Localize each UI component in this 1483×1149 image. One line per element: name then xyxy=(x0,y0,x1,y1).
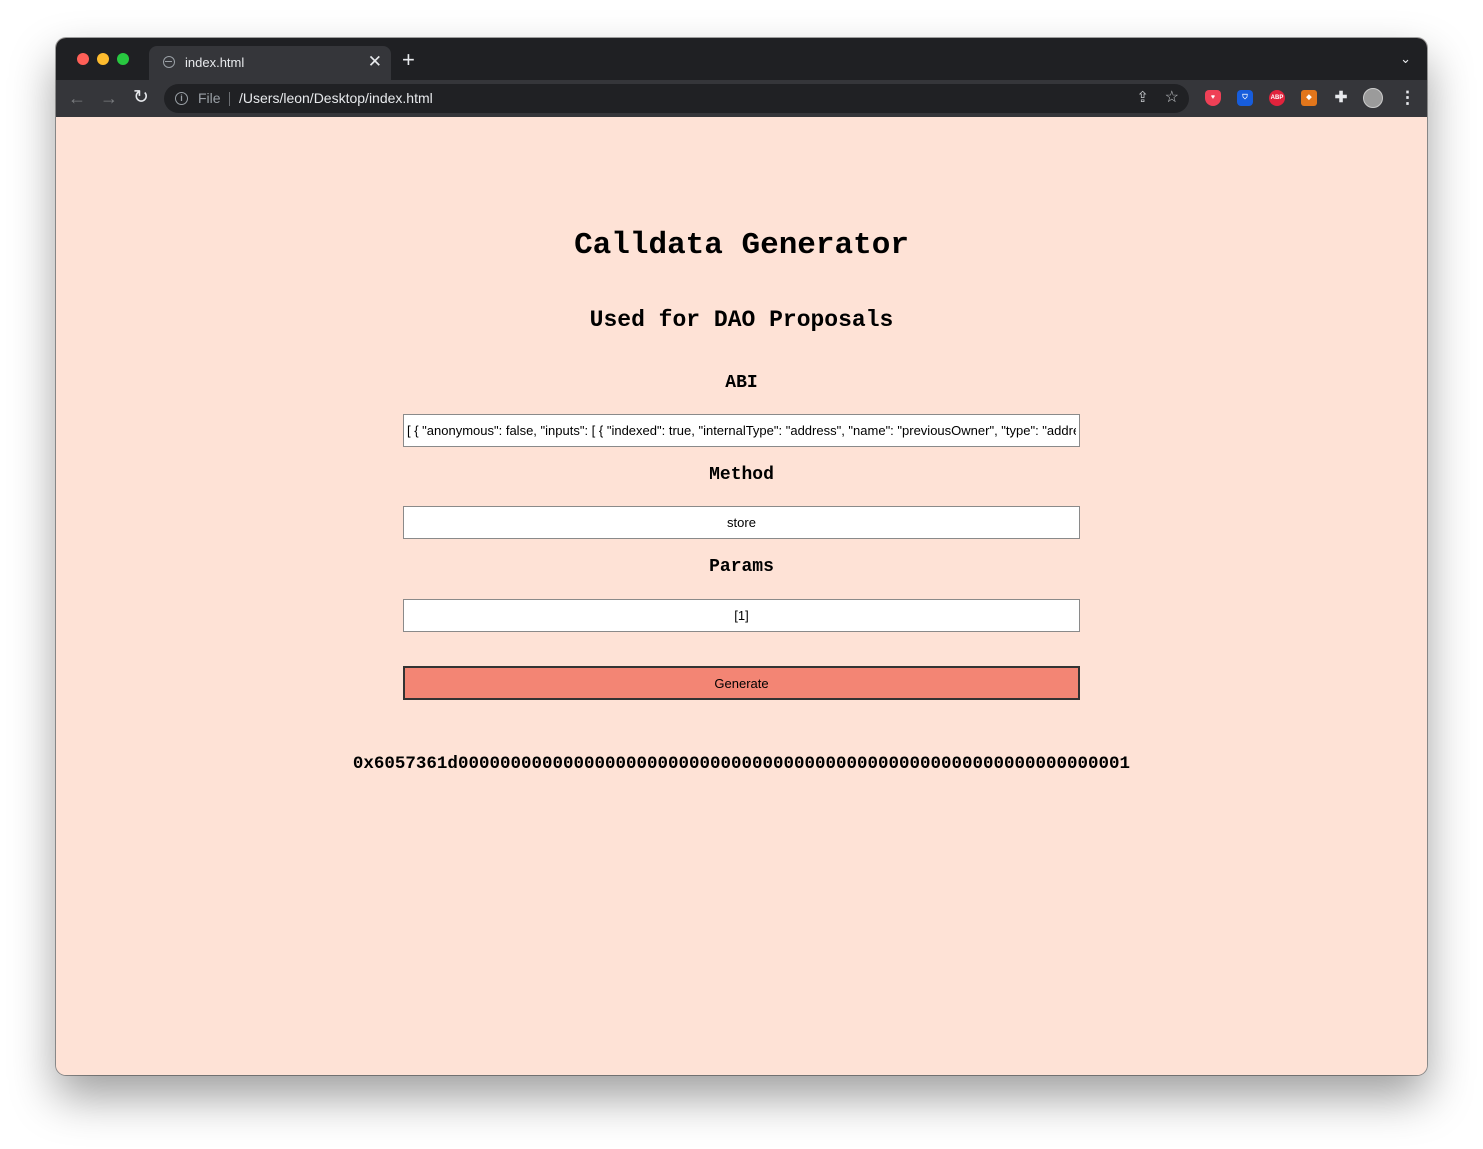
site-info-icon[interactable]: i xyxy=(175,92,188,105)
extensions-puzzle-icon[interactable]: ✚ xyxy=(1333,90,1349,106)
abi-input[interactable] xyxy=(403,414,1080,447)
browser-window: index.html ✕ + ⌄ ← → ↻ i File /Users/leo… xyxy=(56,38,1427,1075)
metamask-icon[interactable]: ◆ xyxy=(1301,90,1317,106)
menu-kebab-icon[interactable]: ⋮ xyxy=(1399,89,1416,106)
tab-title: index.html xyxy=(185,55,245,70)
scheme-label: File xyxy=(198,90,221,106)
url-text[interactable]: /Users/leon/Desktop/index.html xyxy=(239,90,433,106)
close-tab-icon[interactable]: ✕ xyxy=(368,52,382,72)
forward-arrow-icon[interactable]: → xyxy=(100,87,118,109)
params-label: Params xyxy=(709,557,774,577)
address-bar[interactable]: i File /Users/leon/Desktop/index.html ⇪ … xyxy=(164,84,1189,113)
pocket-icon[interactable]: ♥ xyxy=(1205,90,1221,106)
browser-toolbar: ← → ↻ i File /Users/leon/Desktop/index.h… xyxy=(56,80,1427,118)
page-content: Calldata Generator Used for DAO Proposal… xyxy=(56,117,1427,1075)
profile-avatar[interactable] xyxy=(1363,88,1383,108)
tab-search-chevron-icon[interactable]: ⌄ xyxy=(1400,51,1411,67)
maximize-window-button[interactable] xyxy=(117,53,129,65)
bitwarden-icon[interactable]: ⛉ xyxy=(1237,90,1253,106)
method-label: Method xyxy=(709,465,774,485)
method-input[interactable] xyxy=(403,506,1080,539)
page-subtitle: Used for DAO Proposals xyxy=(589,307,894,333)
reload-icon[interactable]: ↻ xyxy=(133,87,149,109)
tab-strip: index.html ✕ + ⌄ xyxy=(56,38,1427,80)
params-input[interactable] xyxy=(403,599,1080,632)
generate-button[interactable]: Generate xyxy=(403,666,1080,700)
adblock-plus-icon[interactable]: ABP xyxy=(1269,90,1285,106)
calldata-output: 0x6057361d000000000000000000000000000000… xyxy=(352,754,1131,774)
minimize-window-button[interactable] xyxy=(97,53,109,65)
globe-icon xyxy=(163,56,175,68)
page-title: Calldata Generator xyxy=(574,228,909,263)
bookmark-star-icon[interactable]: ☆ xyxy=(1165,89,1179,107)
abi-label: ABI xyxy=(725,373,758,393)
new-tab-button[interactable]: + xyxy=(402,49,415,71)
tab-index-html[interactable]: index.html ✕ xyxy=(149,46,391,80)
share-icon[interactable]: ⇪ xyxy=(1136,89,1149,107)
close-window-button[interactable] xyxy=(77,53,89,65)
scheme-divider xyxy=(229,92,230,106)
back-arrow-icon[interactable]: ← xyxy=(68,87,86,109)
